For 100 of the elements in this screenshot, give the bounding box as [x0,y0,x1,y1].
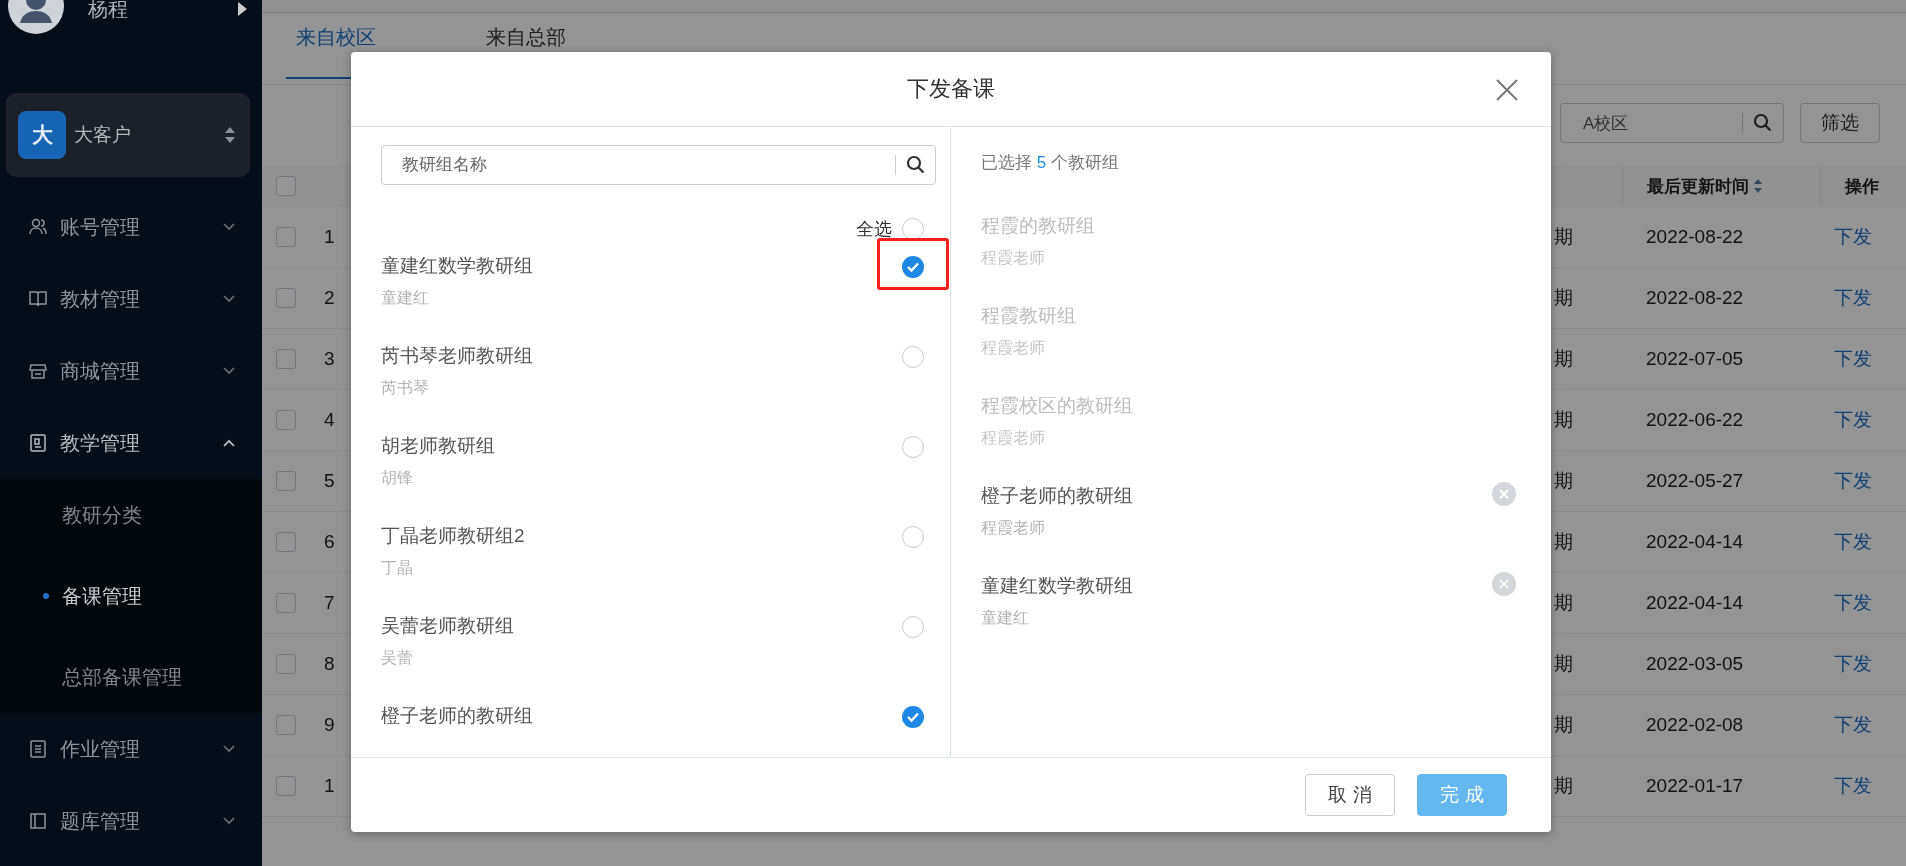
search-icon[interactable] [1753,113,1773,133]
menu-item[interactable]: 题库管理 [0,785,262,857]
cancel-button[interactable]: 取 消 [1305,774,1395,816]
menu-icon [28,739,48,759]
issue-link[interactable]: 下发 [1834,468,1872,494]
check-icon [906,260,920,274]
table-cell: 9 [324,714,335,736]
select-all-radio[interactable] [902,218,924,240]
group-name: 程霞的教研组 [981,214,1096,238]
table-cell: 5 [324,470,335,492]
row-checkbox[interactable] [276,288,296,308]
teacher-name: 程霞老师 [981,338,1046,358]
table-cell: 2022-06-22 [1646,409,1744,431]
menu-item[interactable]: 作业管理 [0,713,262,785]
row-checkbox[interactable] [276,715,296,735]
group-radio[interactable] [902,256,924,278]
table-cell-text: 期 [1554,530,1573,554]
teacher-name: 程霞老师 [981,248,1046,268]
table-cell: 2022-01-17 [1646,775,1744,797]
row-checkbox[interactable] [276,227,296,247]
selection-summary: 已选择 5 个教研组 [981,152,1120,174]
user-name: 杨程 [88,0,129,22]
table-cell: 1 [324,226,335,248]
row-checkbox[interactable] [276,471,296,491]
group-name[interactable]: 胡老师教研组 [381,433,902,459]
table-cell-text: 期 [1554,347,1573,371]
menu-icon [28,361,48,381]
row-checkbox[interactable] [276,654,296,674]
menu-item[interactable]: 教材管理 [0,263,262,335]
menu-icon [28,217,48,237]
group-name[interactable]: 芮书琴老师教研组 [381,343,902,369]
table-cell-text: 期 [1554,286,1573,310]
chevron-icon [222,438,236,448]
issue-link[interactable]: 下发 [1834,773,1872,799]
group-name[interactable]: 丁晶老师教研组2 [381,523,902,549]
select-all-label: 全选 [856,218,892,241]
group-radio[interactable] [902,526,924,548]
table-cell: 2022-03-05 [1646,653,1744,675]
table-cell: 2022-08-22 [1646,226,1744,248]
issue-link[interactable]: 下发 [1834,651,1872,677]
group-radio[interactable] [902,616,924,638]
menu-icon [28,289,48,309]
table-cell: 4 [324,409,335,431]
issue-link[interactable]: 下发 [1834,285,1872,311]
search-field[interactable]: 教研组名称 [381,145,936,185]
submenu-item[interactable]: 备课管理 [0,551,262,641]
group-radio[interactable] [902,706,924,728]
submenu-item[interactable]: 教研分类 [0,479,262,551]
row-checkbox[interactable] [276,410,296,430]
table-cell: 7 [324,592,335,614]
table-cell-text: 期 [1554,469,1573,493]
search-icon[interactable] [906,155,926,175]
table-cell: 2 [324,287,335,309]
remove-icon[interactable] [1492,572,1516,596]
issue-link[interactable]: 下发 [1834,407,1872,433]
menu-item[interactable]: 商城管理 [0,335,262,407]
menu-icon [28,433,48,453]
issue-link[interactable]: 下发 [1834,712,1872,738]
chevron-icon [222,816,236,826]
tab[interactable]: 来自总部 [476,25,576,79]
table-cell: 2022-04-14 [1646,531,1744,553]
row-checkbox[interactable] [276,776,296,796]
table-cell: 2022-04-14 [1646,592,1744,614]
filter-field[interactable]: A校区 [1560,103,1784,143]
issue-link[interactable]: 下发 [1834,590,1872,616]
row-checkbox[interactable] [276,593,296,613]
client-badge: 大 [18,111,66,159]
sort-icon [224,126,236,144]
table-cell: 1 [324,775,335,797]
select-all-checkbox[interactable] [276,176,296,196]
remove-icon[interactable] [1492,482,1516,506]
client-name: 大客户 [74,123,132,147]
group-name[interactable]: 童建红数学教研组 [381,253,902,279]
table-cell: 2022-05-27 [1646,470,1744,492]
menu-item[interactable]: 账号管理 [0,191,262,263]
filter-button[interactable]: 筛选 [1800,103,1880,143]
issue-link[interactable]: 下发 [1834,346,1872,372]
row-checkbox[interactable] [276,532,296,552]
table-cell: 2022-08-22 [1646,287,1744,309]
group-name: 童建红数学教研组 [981,574,1134,598]
group-radio[interactable] [902,346,924,368]
submenu-item[interactable]: 总部备课管理 [0,641,262,713]
issue-link[interactable]: 下发 [1834,224,1872,250]
sort-icon[interactable] [1753,177,1763,195]
table-cell-text: 期 [1554,408,1573,432]
issue-link[interactable]: 下发 [1834,529,1872,555]
client-switcher[interactable]: 大 大客户 [6,93,250,177]
group-radio[interactable] [902,436,924,458]
row-checkbox[interactable] [276,349,296,369]
group-name[interactable]: 橙子老师的教研组 [381,703,902,729]
menu-item[interactable]: 教学管理 [0,407,262,479]
table-cell-text: 期 [1554,652,1573,676]
teacher-name: 程霞老师 [981,518,1046,538]
group-name[interactable]: 吴蕾老师教研组 [381,613,902,639]
table-cell: 3 [324,348,335,370]
menu-icon [28,811,48,831]
teacher-name: 童建红 [981,608,1030,628]
close-icon[interactable] [1495,78,1519,102]
caret-icon[interactable] [236,1,248,17]
group-name: 程霞教研组 [981,304,1077,328]
